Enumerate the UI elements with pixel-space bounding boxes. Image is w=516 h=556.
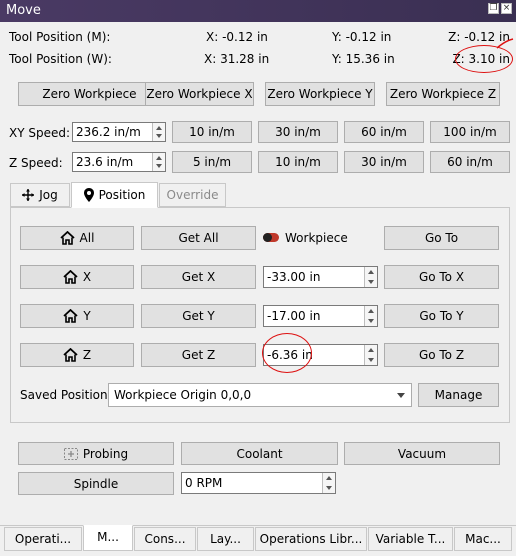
get-z-button[interactable]: Get Z (141, 343, 256, 367)
z-speed-preset-30-button[interactable]: 30 in/m (344, 151, 424, 173)
get-y-button[interactable]: Get Y (141, 304, 256, 328)
y-position-spinner[interactable] (364, 306, 377, 326)
home-x-label: X (82, 270, 92, 284)
z-speed-preset-5-button[interactable]: 5 in/m (172, 151, 252, 173)
spindle-button[interactable]: Spindle (18, 472, 174, 495)
tab-position-label: Position (98, 188, 146, 202)
coolant-button[interactable]: Coolant (181, 442, 338, 465)
zero-workpiece-button[interactable]: Zero Workpiece (18, 82, 161, 106)
close-icon[interactable]: × (501, 3, 512, 14)
home-all-button[interactable]: All (20, 226, 134, 250)
home-y-label: Y (83, 309, 91, 323)
go-to-y-button[interactable]: Go To Y (384, 304, 499, 328)
zero-workpiece-x-button[interactable]: Zero Workpiece X (145, 82, 254, 106)
annotation-circle-z-position (262, 333, 312, 373)
workpiece-toggle[interactable] (263, 233, 279, 242)
saved-positions-value: Workpiece Origin 0,0,0 (114, 388, 252, 402)
window-title: Move (6, 3, 41, 18)
tab-jog[interactable]: Jog (10, 183, 70, 207)
vacuum-button[interactable]: Vacuum (344, 442, 500, 465)
spindle-rpm-value: 0 RPM (185, 476, 223, 490)
go-to-x-button[interactable]: Go To X (384, 265, 499, 289)
tab-position[interactable]: Position (71, 182, 158, 208)
spindle-rpm-input[interactable]: 0 RPM (181, 472, 336, 494)
z-speed-spinner[interactable] (152, 153, 165, 171)
get-x-button[interactable]: Get X (141, 265, 256, 289)
workpiece-toggle-label: Workpiece (285, 231, 348, 245)
xy-speed-preset-60-button[interactable]: 60 in/m (344, 121, 424, 143)
z-speed-label: Z Speed: (9, 156, 63, 170)
work-x-value: X: 31.28 in (204, 52, 270, 66)
saved-positions-select[interactable]: Workpiece Origin 0,0,0 (108, 383, 412, 407)
z-speed-input[interactable]: 23.6 in/m (72, 152, 166, 172)
bottom-tab-console[interactable]: Cons... (134, 527, 196, 551)
x-position-value: -33.00 in (267, 270, 321, 284)
home-all-label: All (79, 231, 95, 245)
x-position-spinner[interactable] (364, 267, 377, 287)
window-controls: ❐ × (488, 3, 512, 17)
zero-workpiece-y-button[interactable]: Zero Workpiece Y (265, 82, 375, 106)
zero-workpiece-z-button[interactable]: Zero Workpiece Z (386, 82, 500, 106)
tool-position-work-label: Tool Position (W): (9, 52, 112, 66)
bottom-tab-machine[interactable]: Mac... (454, 527, 512, 551)
home-icon (63, 309, 78, 323)
bottom-tab-variable-text[interactable]: Variable T... (368, 527, 453, 551)
home-icon (63, 348, 78, 362)
bottom-tab-operations-library[interactable]: Operations Libr... (255, 527, 367, 551)
xy-speed-preset-10-button[interactable]: 10 in/m (172, 121, 252, 143)
x-position-input[interactable]: -33.00 in (263, 266, 378, 288)
chevron-down-icon (397, 393, 405, 398)
machine-y-value: Y: -0.12 in (332, 30, 392, 44)
manage-button[interactable]: Manage (418, 383, 499, 407)
window-titlebar: Move (0, 0, 516, 22)
z-position-spinner[interactable] (364, 345, 377, 365)
probe-icon (63, 447, 78, 460)
xy-speed-value: 236.2 in/m (76, 125, 141, 139)
tab-override[interactable]: Override (159, 183, 226, 207)
xy-speed-input[interactable]: 236.2 in/m (72, 122, 166, 142)
z-speed-preset-10-button[interactable]: 10 in/m (258, 151, 338, 173)
xy-speed-preset-30-button[interactable]: 30 in/m (258, 121, 338, 143)
home-y-button[interactable]: Y (20, 304, 134, 328)
tool-position-machine-label: Tool Position (M): (9, 30, 111, 44)
tab-override-label: Override (166, 188, 219, 202)
restore-icon[interactable]: ❐ (488, 3, 499, 14)
z-speed-preset-60-button[interactable]: 60 in/m (430, 151, 510, 173)
bottom-tab-layers[interactable]: Lay... (197, 527, 254, 551)
home-x-button[interactable]: X (20, 265, 134, 289)
spindle-rpm-spinner[interactable] (322, 473, 335, 493)
home-z-label: Z (82, 348, 92, 362)
xy-speed-spinner[interactable] (152, 123, 165, 141)
move-icon (22, 189, 35, 201)
y-position-value: -17.00 in (267, 309, 321, 323)
work-y-value: Y: 15.36 in (332, 52, 395, 66)
xy-speed-label: XY Speed: (9, 126, 71, 140)
get-all-button[interactable]: Get All (141, 226, 256, 250)
go-to-z-button[interactable]: Go To Z (384, 343, 499, 367)
probing-label: Probing (82, 446, 129, 461)
z-speed-value: 23.6 in/m (76, 155, 134, 169)
bottom-tab-move[interactable]: M... (83, 525, 133, 551)
go-to-button[interactable]: Go To (384, 226, 499, 250)
home-icon (59, 231, 75, 245)
bottom-tab-operations[interactable]: Operati... (4, 527, 82, 551)
y-position-input[interactable]: -17.00 in (263, 305, 378, 327)
home-icon (63, 270, 78, 284)
xy-speed-preset-100-button[interactable]: 100 in/m (430, 121, 510, 143)
annotation-stroke (496, 38, 514, 49)
home-z-button[interactable]: Z (20, 343, 134, 367)
probing-button[interactable]: Probing (18, 442, 174, 465)
machine-x-value: X: -0.12 in (206, 30, 268, 44)
location-pin-icon (83, 188, 94, 202)
saved-positions-label: Saved Positions (20, 388, 114, 402)
tab-jog-label: Jog (39, 188, 58, 202)
